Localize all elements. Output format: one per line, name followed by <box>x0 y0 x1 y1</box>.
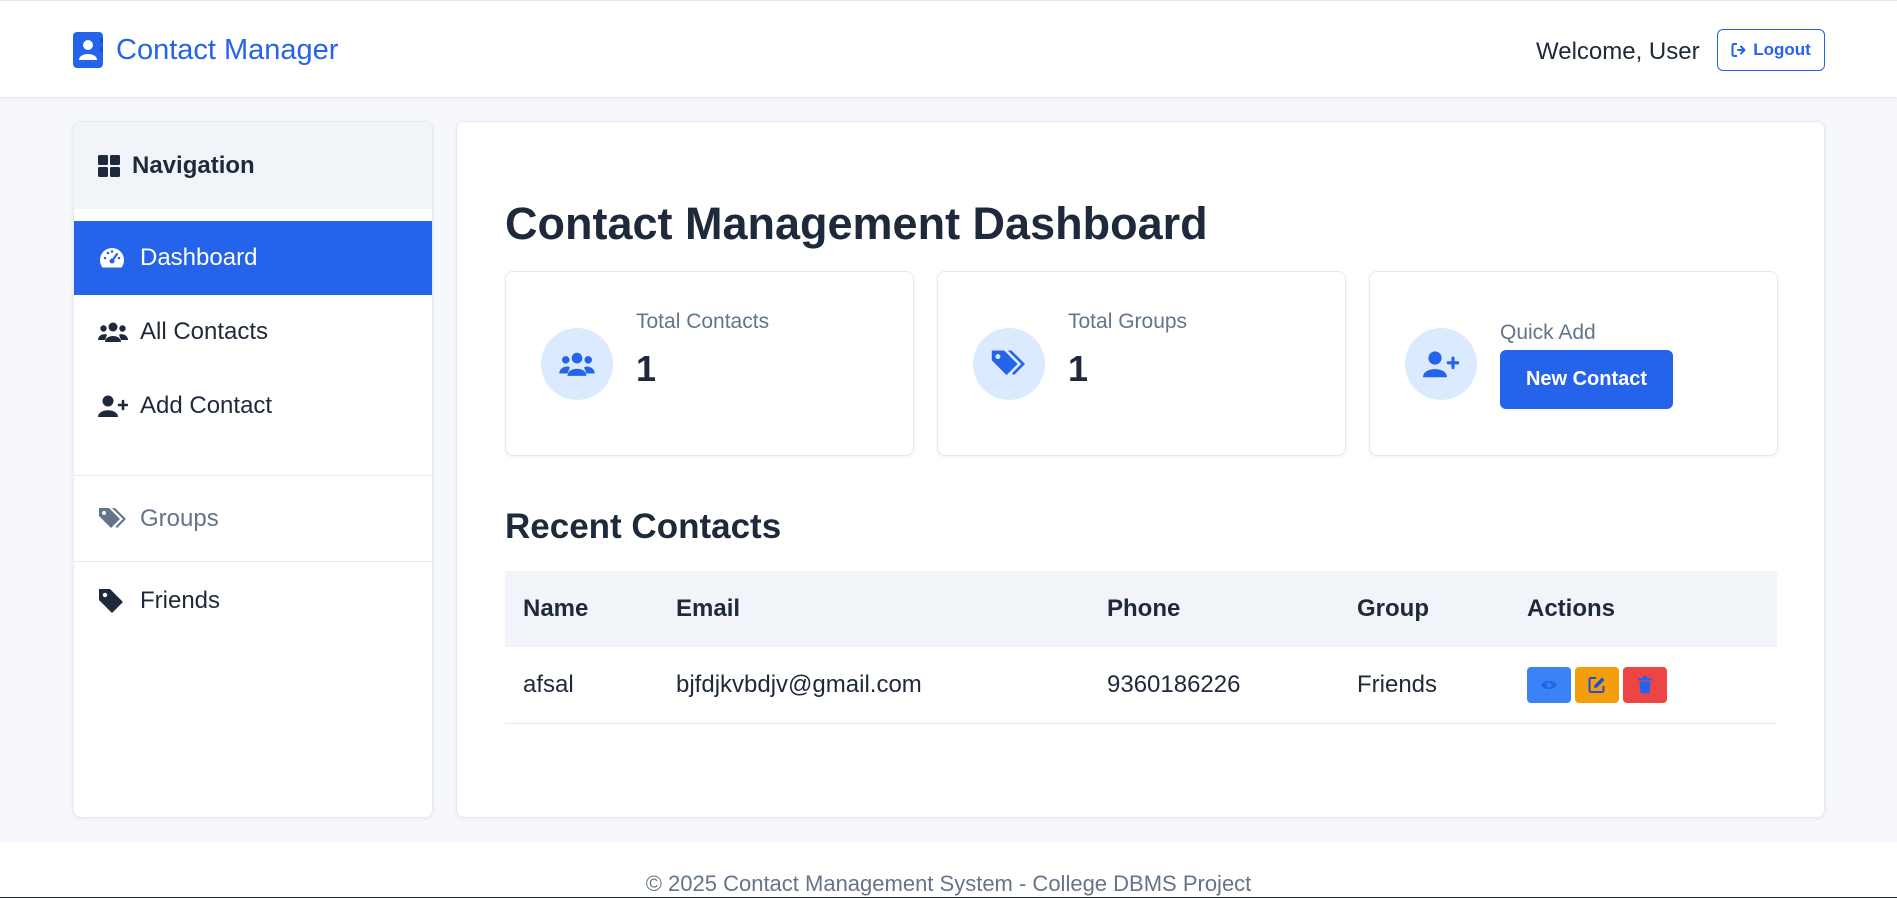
grid-icon <box>98 154 120 177</box>
column-header-name: Name <box>523 595 589 622</box>
delete-contact-button[interactable] <box>1623 666 1667 703</box>
top-navbar: Contact Manager Welcome, User Logout <box>0 0 1897 97</box>
cell-phone: 9360186226 <box>1089 647 1339 724</box>
cell-email: bjfdjkvbdjv@gmail.com <box>658 647 1089 724</box>
column-header-phone: Phone <box>1107 595 1181 622</box>
edit-contact-button[interactable] <box>1575 666 1619 703</box>
sidebar-item-dashboard[interactable]: Dashboard <box>74 221 432 295</box>
card-label: Quick Add <box>1500 321 1596 344</box>
tags-icon <box>973 328 1045 400</box>
address-book-icon <box>72 32 104 68</box>
sidebar-header: Navigation <box>74 122 432 209</box>
sidebar-item-label: Dashboard <box>140 244 258 271</box>
table-row: afsal bjfdjkvbdjv@gmail.com 9360186226 F… <box>505 647 1777 724</box>
groups-heading: Groups <box>74 476 432 562</box>
sidebar-item-label: Add Contact <box>140 392 273 419</box>
column-header-email: Email <box>676 595 741 622</box>
brand-link[interactable]: Contact Manager <box>72 31 338 69</box>
footer: © 2025 Contact Management System - Colle… <box>0 843 1897 898</box>
welcome-text: Welcome, User <box>1536 38 1700 65</box>
eye-icon <box>1540 679 1558 691</box>
logout-button[interactable]: Logout <box>1717 29 1825 71</box>
stat-card-total-contacts: Total Contacts 1 <box>505 271 914 456</box>
tags-icon <box>98 506 130 532</box>
logout-label: Logout <box>1753 40 1811 59</box>
footer-text: © 2025 Contact Management System - Colle… <box>645 871 1252 896</box>
stat-card-total-groups: Total Groups 1 <box>937 271 1346 456</box>
user-plus-icon <box>1405 328 1477 400</box>
edit-icon <box>1588 676 1606 694</box>
sidebar-heading: Navigation <box>132 151 255 179</box>
card-label: Total Groups <box>1068 310 1188 333</box>
trash-icon <box>1638 675 1652 694</box>
recent-contacts-title: Recent Contacts <box>505 507 782 546</box>
sign-out-icon <box>1731 42 1747 58</box>
users-icon <box>541 328 613 400</box>
users-icon <box>98 321 130 343</box>
user-plus-icon <box>98 394 130 418</box>
sidebar-item-all-contacts[interactable]: All Contacts <box>74 295 432 369</box>
card-value: 1 <box>636 348 657 389</box>
sidebar-item-label: Friends <box>140 587 221 614</box>
cell-group: Friends <box>1339 647 1509 724</box>
recent-contacts-table: Name Email Phone Group Actions afsal bjf… <box>505 571 1777 724</box>
cell-actions <box>1509 647 1777 724</box>
new-contact-button[interactable]: New Contact <box>1500 350 1673 409</box>
table-header-row: Name Email Phone Group Actions <box>505 571 1777 647</box>
cell-name: afsal <box>505 647 658 724</box>
card-label: Total Contacts <box>636 310 770 333</box>
groups-heading-label: Groups <box>140 504 219 532</box>
sidebar-item-label: All Contacts <box>140 318 269 345</box>
sidebar: Navigation Dashboard All Contacts Add Co… <box>73 121 433 818</box>
tag-icon <box>98 588 130 614</box>
card-value: 1 <box>1068 348 1089 389</box>
stat-card-quick-add: Quick Add New Contact <box>1369 271 1778 456</box>
view-contact-button[interactable] <box>1527 666 1571 703</box>
tachometer-icon <box>98 246 130 270</box>
page-title: Contact Management Dashboard <box>505 198 1208 249</box>
main-content: Contact Management Dashboard Total Conta… <box>456 121 1825 818</box>
sidebar-item-add-contact[interactable]: Add Contact <box>74 369 432 443</box>
app-title: Contact Manager <box>116 33 339 66</box>
column-header-group: Group <box>1357 595 1429 622</box>
column-header-actions: Actions <box>1527 595 1616 622</box>
sidebar-item-friends[interactable]: Friends <box>74 562 432 640</box>
